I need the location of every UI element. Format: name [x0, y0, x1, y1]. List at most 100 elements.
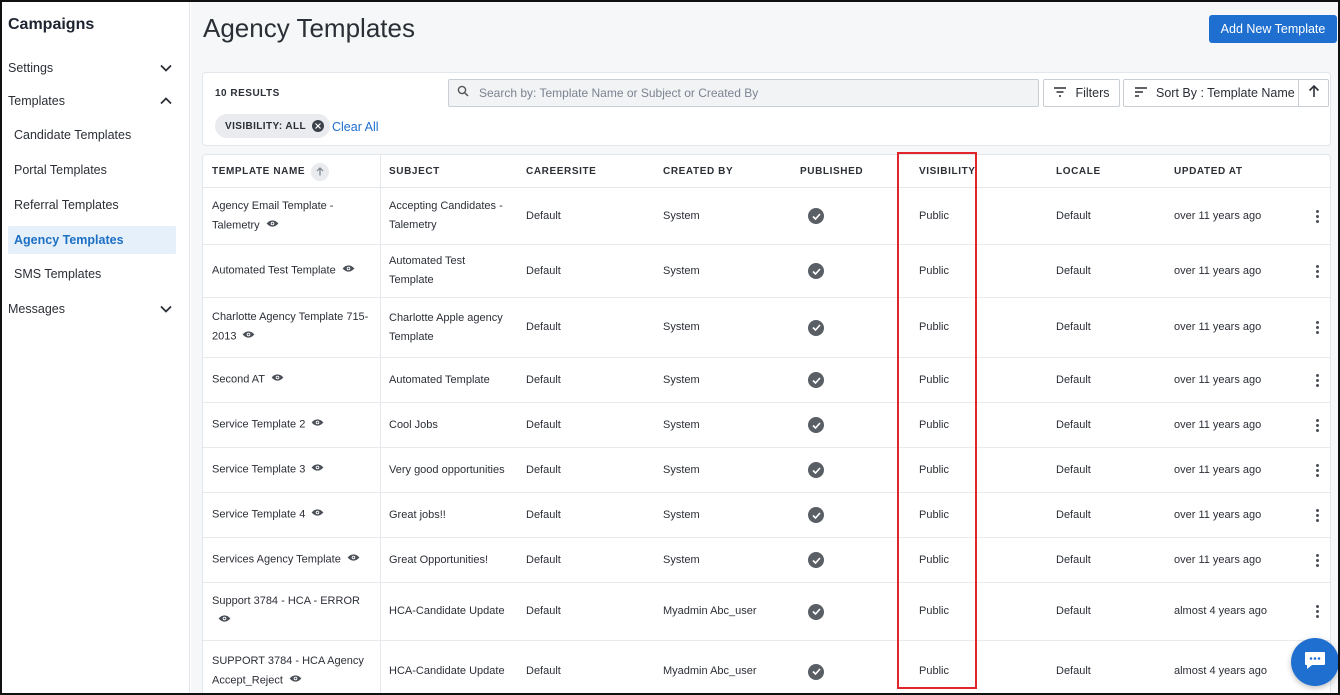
- template-name[interactable]: Automated Test Template: [212, 265, 336, 277]
- check-circle-icon: [808, 462, 824, 478]
- table-row[interactable]: Automated Test Template Automated Test Te…: [203, 245, 1330, 298]
- template-name[interactable]: Charlotte Agency Template 715-2013: [212, 311, 368, 342]
- sidebar-item-sms-templates[interactable]: SMS Templates: [8, 260, 176, 288]
- table-row[interactable]: Support 3784 - HCA - ERROR HCA-Candidate …: [203, 583, 1330, 641]
- chat-button[interactable]: [1291, 638, 1338, 686]
- row-menu-button[interactable]: [1312, 583, 1323, 640]
- template-name-text[interactable]: Services Agency Template: [212, 550, 360, 569]
- table-header: TEMPLATE NAME SUBJECT CAREERSITE CREATED…: [203, 155, 1330, 188]
- eye-icon[interactable]: [311, 505, 324, 524]
- table-row[interactable]: Charlotte Agency Template 715-2013 Charlo…: [203, 298, 1330, 358]
- visibility-cell: Public: [919, 373, 949, 386]
- eye-icon[interactable]: [311, 415, 324, 434]
- kebab-menu-icon[interactable]: [1312, 460, 1323, 481]
- sidebar-section-settings[interactable]: Settings: [2, 52, 189, 84]
- template-name-text[interactable]: SUPPORT 3784 - HCA Agency Accept_Reject: [212, 652, 374, 690]
- kebab-menu-icon[interactable]: [1312, 317, 1323, 338]
- template-name-text[interactable]: Automated Test Template: [212, 261, 355, 280]
- row-menu-button[interactable]: [1312, 298, 1323, 357]
- chat-icon: [1303, 650, 1327, 675]
- sidebar-title: Campaigns: [8, 16, 95, 33]
- subject-cell: Accepting Candidates - Talemetry: [389, 200, 503, 231]
- eye-icon[interactable]: [347, 550, 360, 569]
- row-menu-button[interactable]: [1312, 448, 1323, 492]
- template-name[interactable]: Service Template 3: [212, 464, 305, 476]
- table-row[interactable]: Services Agency Template Great Opportunit…: [203, 538, 1330, 583]
- kebab-menu-icon[interactable]: [1312, 206, 1323, 227]
- kebab-menu-icon[interactable]: [1312, 505, 1323, 526]
- updated-at-cell: almost 4 years ago: [1174, 605, 1267, 617]
- sidebar-item-label: Candidate Templates: [14, 128, 132, 142]
- sort-direction-button[interactable]: [1298, 79, 1329, 107]
- table-row[interactable]: Second AT Automated Template Default System…: [203, 358, 1330, 403]
- template-name-text[interactable]: Service Template 2: [212, 415, 324, 434]
- sort-by-button[interactable]: Sort By : Template Name: [1123, 79, 1299, 107]
- published-cell: [808, 538, 824, 582]
- eye-icon[interactable]: [342, 261, 355, 280]
- eye-icon[interactable]: [218, 611, 231, 630]
- sidebar-section-messages[interactable]: Messages: [2, 293, 189, 325]
- table-row[interactable]: Agency Email Template - Talemetry Accepti…: [203, 188, 1330, 245]
- row-menu-button[interactable]: [1312, 538, 1323, 582]
- add-new-template-button[interactable]: Add New Template: [1209, 15, 1337, 43]
- template-name[interactable]: Service Template 2: [212, 419, 305, 431]
- template-name-text[interactable]: Service Template 3: [212, 460, 324, 479]
- column-header-visibility: VISIBILITY: [919, 166, 976, 177]
- template-name-cell: Service Template 4: [212, 493, 374, 537]
- table-row[interactable]: Service Template 4 Great jobs!! Default Sys…: [203, 493, 1330, 538]
- column-header-template-name[interactable]: TEMPLATE NAME: [212, 155, 330, 188]
- row-menu-button[interactable]: [1312, 188, 1323, 244]
- clear-all-link[interactable]: Clear All: [332, 120, 379, 134]
- template-name-text[interactable]: Second AT: [212, 370, 284, 389]
- sidebar-item-referral-templates[interactable]: Referral Templates: [8, 191, 176, 219]
- kebab-menu-icon[interactable]: [1312, 550, 1323, 571]
- row-menu-button[interactable]: [1312, 245, 1323, 297]
- filters-button[interactable]: Filters: [1043, 79, 1120, 107]
- search-input[interactable]: [479, 86, 1019, 100]
- row-menu-button[interactable]: [1312, 358, 1323, 402]
- eye-icon[interactable]: [271, 370, 284, 389]
- kebab-menu-icon[interactable]: [1312, 601, 1323, 622]
- visibility-cell: Public: [919, 553, 949, 566]
- kebab-menu-icon[interactable]: [1312, 261, 1323, 282]
- template-name[interactable]: Second AT: [212, 374, 265, 386]
- close-icon[interactable]: [312, 120, 324, 132]
- template-name-text[interactable]: Service Template 4: [212, 505, 324, 524]
- sidebar-item-label: Agency Templates: [14, 233, 124, 247]
- kebab-menu-icon[interactable]: [1312, 415, 1323, 436]
- locale-cell: Default: [1056, 605, 1091, 617]
- template-name-text[interactable]: Agency Email Template - Talemetry: [212, 197, 374, 235]
- eye-icon[interactable]: [311, 460, 324, 479]
- table-row[interactable]: Service Template 3 Very good opportunitie…: [203, 448, 1330, 493]
- search-box[interactable]: [448, 79, 1039, 107]
- template-name[interactable]: Service Template 4: [212, 509, 305, 521]
- template-name-text[interactable]: Support 3784 - HCA - ERROR: [212, 592, 374, 630]
- template-name-text[interactable]: Charlotte Agency Template 715-2013: [212, 308, 374, 346]
- careersite-cell: Default: [526, 463, 561, 476]
- row-menu-button[interactable]: [1312, 493, 1323, 537]
- eye-icon[interactable]: [289, 671, 302, 690]
- filter-icon: [1053, 86, 1067, 100]
- table-row[interactable]: SUPPORT 3784 - HCA Agency Accept_Reject H…: [203, 641, 1330, 693]
- sidebar-item-agency-templates[interactable]: Agency Templates: [8, 226, 176, 254]
- eye-icon[interactable]: [242, 327, 255, 346]
- template-name-cell: Support 3784 - HCA - ERROR: [212, 583, 374, 640]
- table-row[interactable]: Service Template 2 Cool Jobs Default System…: [203, 403, 1330, 448]
- eye-icon[interactable]: [266, 216, 279, 235]
- row-menu-button[interactable]: [1312, 403, 1323, 447]
- sidebar-item-candidate-templates[interactable]: Candidate Templates: [8, 121, 176, 149]
- chevron-up-icon: [159, 94, 173, 108]
- template-name[interactable]: Services Agency Template: [212, 554, 341, 566]
- templates-table: TEMPLATE NAME SUBJECT CAREERSITE CREATED…: [202, 154, 1331, 693]
- template-name[interactable]: Support 3784 - HCA - ERROR: [212, 595, 360, 607]
- created-by-cell: System: [663, 373, 700, 386]
- sort-arrow-icon[interactable]: [311, 162, 330, 181]
- sidebar-section-label: Messages: [8, 302, 65, 316]
- column-header-published: PUBLISHED: [800, 166, 864, 177]
- template-name[interactable]: SUPPORT 3784 - HCA Agency Accept_Reject: [212, 655, 364, 686]
- careersite-cell: Default: [526, 553, 561, 566]
- sidebar-section-templates[interactable]: Templates: [2, 85, 189, 117]
- kebab-menu-icon[interactable]: [1312, 370, 1323, 391]
- sidebar-item-portal-templates[interactable]: Portal Templates: [8, 156, 176, 184]
- template-name-cell: Second AT: [212, 358, 374, 402]
